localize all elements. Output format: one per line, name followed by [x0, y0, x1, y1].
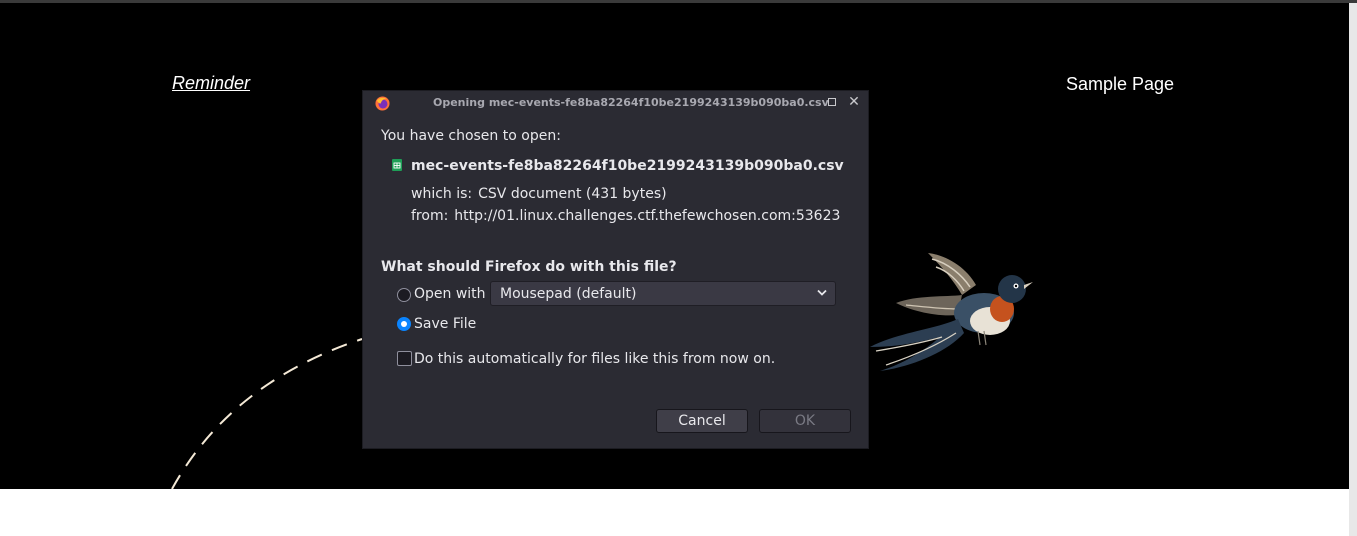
ok-button[interactable]: OK [759, 409, 851, 433]
file-type-value: CSV document (431 bytes) [478, 186, 667, 202]
firefox-icon [375, 96, 390, 111]
site-title-link[interactable]: Reminder [172, 73, 250, 94]
spreadsheet-file-icon [392, 159, 402, 171]
action-question: What should Firefox do with this file? [381, 259, 677, 275]
file-source-label: from: [411, 208, 449, 224]
page-scrollbar[interactable] [1349, 3, 1357, 536]
save-file-radio[interactable] [397, 317, 411, 331]
file-type-row: which is: CSV document (431 bytes) [411, 186, 667, 202]
file-source-url: http://01.linux.challenges.ctf.thefewcho… [454, 208, 841, 224]
bird-illustration [870, 253, 1033, 371]
chevron-down-icon [817, 289, 827, 296]
dialog-title: Opening mec-events-fe8ba82264f10be219924… [433, 96, 829, 109]
file-type-label: which is: [411, 186, 473, 202]
auto-action-label[interactable]: Do this automatically for files like thi… [414, 351, 775, 367]
open-with-app-value: Mousepad (default) [500, 286, 637, 302]
file-name: mec-events-fe8ba82264f10be2199243139b090… [411, 158, 844, 174]
cancel-button[interactable]: Cancel [656, 409, 748, 433]
maximize-icon[interactable] [825, 95, 839, 109]
auto-action-checkbox[interactable] [397, 351, 412, 366]
intro-text: You have chosen to open: [381, 128, 561, 144]
nav-item-sample-page[interactable]: Sample Page [1066, 74, 1174, 95]
open-with-radio[interactable] [397, 288, 411, 302]
dialog-titlebar[interactable]: Opening mec-events-fe8ba82264f10be219924… [363, 91, 868, 115]
file-source-row: from: http://01.linux.challenges.ctf.thef… [411, 208, 840, 224]
close-icon[interactable]: ✕ [847, 95, 861, 109]
save-file-label[interactable]: Save File [414, 316, 476, 332]
open-with-app-select[interactable]: Mousepad (default) [490, 281, 836, 306]
open-with-label[interactable]: Open with [414, 286, 486, 302]
download-dialog: Opening mec-events-fe8ba82264f10be219924… [362, 90, 869, 449]
screen: Reminder Sample Page Opening mec-events-… [0, 0, 1357, 536]
